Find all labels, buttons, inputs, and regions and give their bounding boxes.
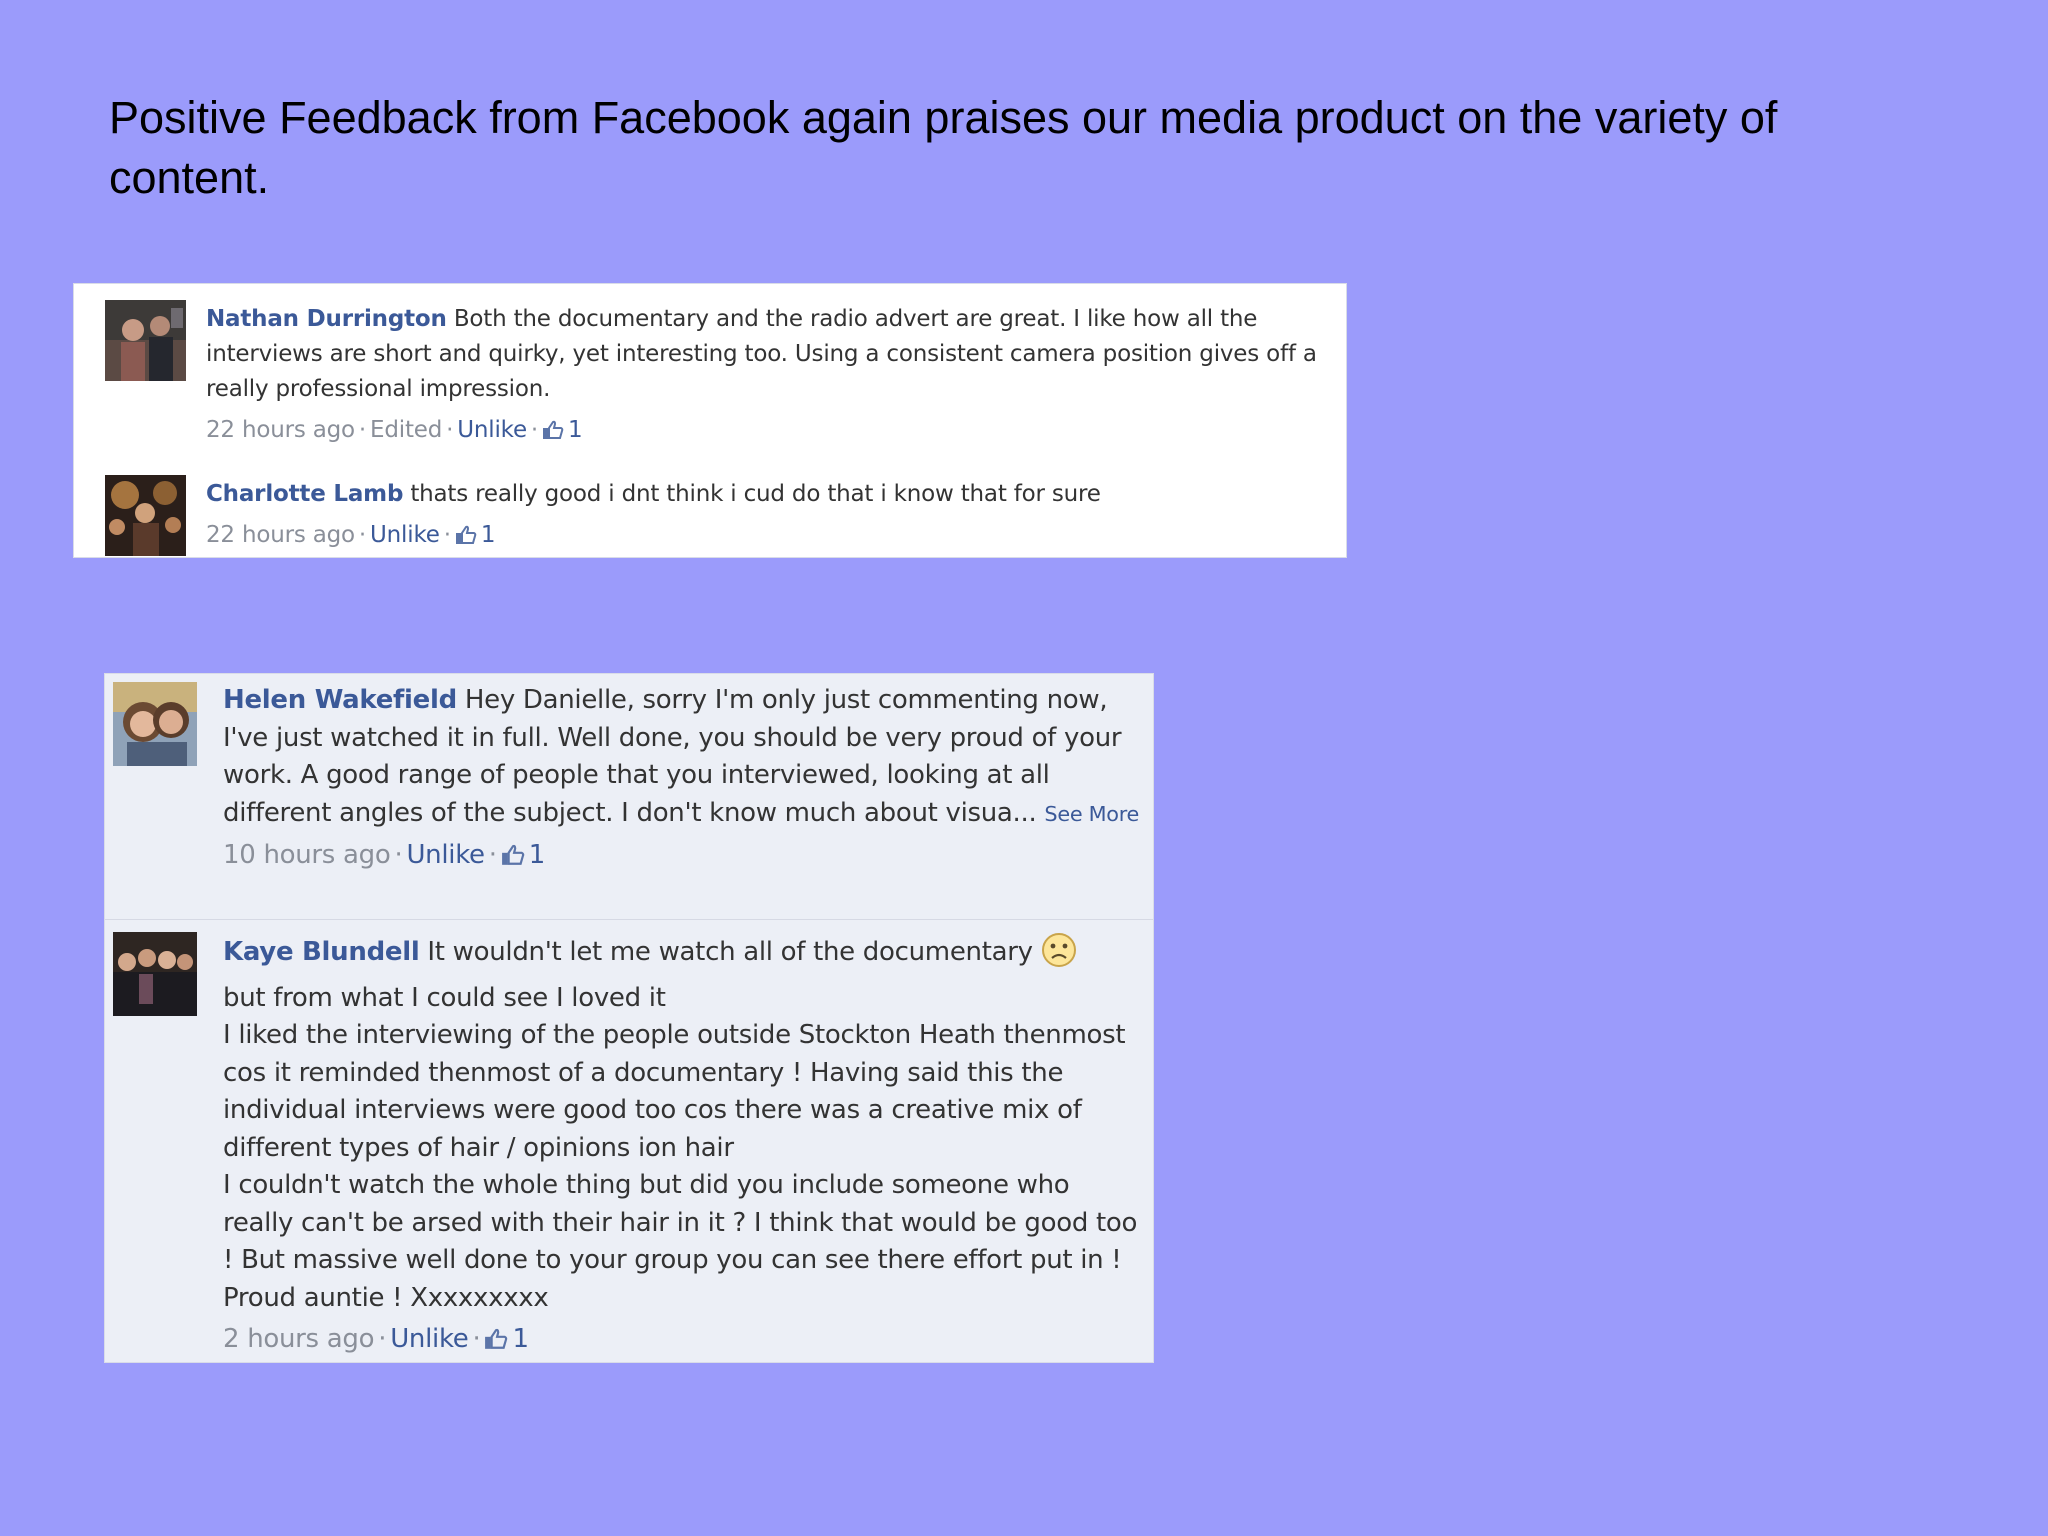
avatar[interactable] <box>105 300 186 381</box>
like-count[interactable]: 1 <box>512 1324 529 1354</box>
sad-face-emoji-icon <box>1041 932 1077 980</box>
profile-photo-icon <box>113 932 197 1016</box>
profile-photo-icon <box>105 300 186 381</box>
profile-photo-icon <box>105 475 186 556</box>
profile-photo-icon <box>113 682 197 766</box>
comment-meta: 22 hours ago · Unlike · 1 <box>206 518 1326 556</box>
edited-label[interactable]: Edited <box>370 417 442 443</box>
thumbs-up-icon[interactable] <box>455 521 477 556</box>
comment-nathan: Nathan Durrington Both the documentary a… <box>105 300 1325 460</box>
comment-meta: 22 hours ago · Edited · Unlike · 1 <box>206 413 1326 451</box>
comment-meta: 10 hours ago · Unlike · 1 <box>223 837 1143 878</box>
unlike-link[interactable]: Unlike <box>370 522 440 548</box>
avatar[interactable] <box>105 475 186 556</box>
avatar[interactable] <box>113 932 197 1016</box>
like-count[interactable]: 1 <box>568 417 583 443</box>
like-count[interactable]: 1 <box>481 522 496 548</box>
comment-meta: 2 hours ago · Unlike · 1 <box>223 1321 1143 1362</box>
author-name[interactable]: Charlotte Lamb <box>206 481 403 507</box>
comment-text-first: It wouldn't let me watch all of the docu… <box>427 937 1033 967</box>
comment-text: but from what I could see I loved it I l… <box>223 982 1138 1313</box>
slide-title: Positive Feedback from Facebook again pr… <box>109 92 1778 203</box>
author-name[interactable]: Nathan Durrington <box>206 306 447 332</box>
unlike-link[interactable]: Unlike <box>390 1324 469 1354</box>
author-name[interactable]: Kaye Blundell <box>223 937 420 967</box>
timestamp[interactable]: 10 hours ago <box>223 840 391 870</box>
comments-panel-2: Helen Wakefield Hey Danielle, sorry I'm … <box>104 673 1154 1363</box>
comments-panel-1: Nathan Durrington Both the documentary a… <box>73 283 1347 558</box>
comment-kaye: Kaye Blundell It wouldn't let me watch a… <box>113 932 1143 1354</box>
comment-divider <box>105 919 1153 920</box>
thumbs-up-icon[interactable] <box>484 1324 508 1362</box>
like-count[interactable]: 1 <box>529 840 546 870</box>
unlike-link[interactable]: Unlike <box>457 417 527 443</box>
timestamp[interactable]: 22 hours ago <box>206 522 355 548</box>
thumbs-up-icon[interactable] <box>542 416 564 451</box>
comment-charlotte: Charlotte Lamb thats really good i dnt t… <box>105 475 1326 556</box>
avatar[interactable] <box>113 682 197 766</box>
thumbs-up-icon[interactable] <box>501 840 525 878</box>
timestamp[interactable]: 22 hours ago <box>206 417 355 443</box>
unlike-link[interactable]: Unlike <box>406 840 485 870</box>
timestamp[interactable]: 2 hours ago <box>223 1324 375 1354</box>
author-name[interactable]: Helen Wakefield <box>223 685 457 715</box>
comment-text: thats really good i dnt think i cud do t… <box>410 481 1101 507</box>
comment-helen: Helen Wakefield Hey Danielle, sorry I'm … <box>113 682 1143 912</box>
see-more-link[interactable]: See More <box>1044 802 1139 826</box>
